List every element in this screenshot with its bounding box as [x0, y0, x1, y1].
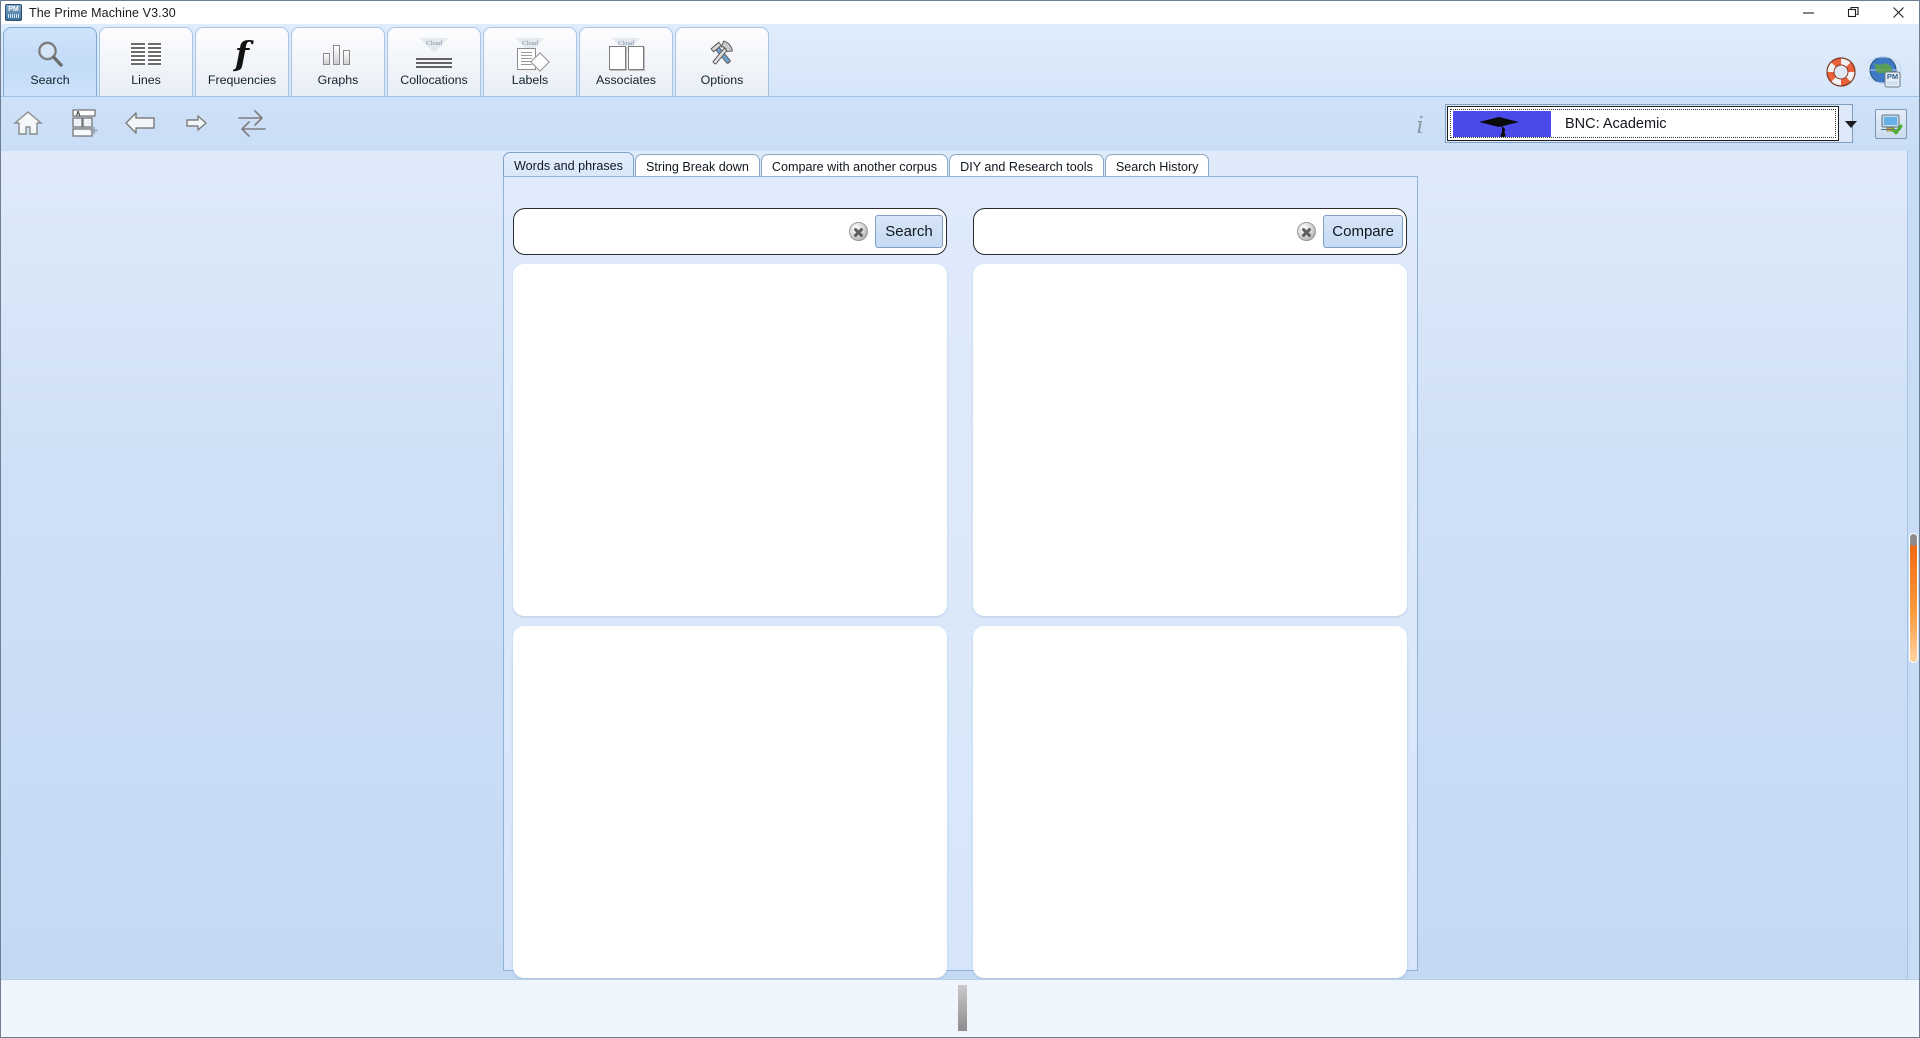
status-grip[interactable] — [958, 985, 967, 1031]
ribbon-tab-label: Associates — [596, 73, 656, 87]
restore-icon[interactable] — [1831, 1, 1876, 24]
result-panel-bottom-right[interactable] — [973, 626, 1407, 978]
compare-button[interactable]: Compare — [1323, 215, 1403, 248]
svg-text:PM: PM — [1887, 72, 1898, 81]
ribbon-tab-label: Graphs — [317, 73, 359, 87]
ribbon-tab-label: Frequencies — [207, 73, 277, 87]
ribbon-tab-label: Collocations — [400, 73, 468, 87]
ribbon-tab-lines[interactable]: Lines — [99, 27, 193, 97]
ribbon-tab-label: Labels — [511, 73, 549, 87]
result-panel-top-right[interactable] — [973, 264, 1407, 616]
compare-input[interactable] — [984, 215, 1314, 249]
application-window: The Prime Machine V3.30 — [0, 0, 1920, 1038]
search-pane-left: Search — [513, 208, 947, 978]
content-tab-list: Words and phrases String Break down Comp… — [503, 152, 1210, 179]
navigation-icon-group: A — [9, 100, 271, 146]
ribbon-tab-label: Options — [700, 73, 744, 87]
concordance-lines-icon — [122, 37, 170, 71]
swap-arrows-icon[interactable] — [233, 100, 271, 146]
ribbon-tab-graphs[interactable]: Graphs — [291, 27, 385, 97]
tab-words-and-phrases[interactable]: Words and phrases — [503, 152, 634, 179]
ribbon-tab-collocations[interactable]: Collocations — [387, 27, 481, 97]
search-input[interactable] — [524, 215, 854, 249]
corpus-selector-label: BNC: Academic — [1565, 115, 1667, 132]
result-panel-top-left[interactable] — [513, 264, 947, 616]
bar-chart-icon — [314, 37, 362, 71]
search-pane-right: Compare — [973, 208, 1407, 978]
pm-app-icon — [5, 4, 22, 21]
search-bar: Search — [513, 208, 947, 255]
ribbon-tab-label: Search — [30, 73, 70, 87]
forward-arrow-icon[interactable] — [177, 100, 215, 146]
ribbon-tab-frequencies[interactable]: f Frequencies — [195, 27, 289, 97]
compare-bar: Compare — [973, 208, 1407, 255]
title-bar: The Prime Machine V3.30 — [1, 1, 1919, 24]
search-panes: Search Compare — [513, 208, 1408, 978]
svg-text:A: A — [76, 112, 81, 118]
computer-check-icon[interactable] — [1875, 109, 1907, 139]
information-icon[interactable]: i — [1409, 109, 1431, 143]
result-panel-bottom-left[interactable] — [513, 626, 947, 978]
vertical-scrollbar[interactable] — [1907, 151, 1919, 979]
back-arrow-icon[interactable] — [121, 100, 159, 146]
chevron-down-icon[interactable] — [1839, 106, 1863, 141]
ribbon-tab-list: Search Lines f Frequencies Graphs Cloud … — [3, 27, 769, 97]
ribbon-tab-options[interactable]: Options — [675, 27, 769, 97]
italic-f-icon: f — [234, 34, 250, 73]
window-controls — [1786, 1, 1919, 24]
search-button[interactable]: Search — [875, 215, 943, 248]
home-icon[interactable] — [9, 100, 47, 146]
window-title: The Prime Machine V3.30 — [29, 5, 176, 20]
corpus-selector-focus[interactable]: BNC: Academic — [1450, 109, 1836, 138]
graduation-cap-icon — [1453, 110, 1551, 137]
minimize-icon[interactable] — [1786, 1, 1831, 24]
clear-circle-icon[interactable] — [849, 222, 868, 241]
document-tag-icon — [506, 37, 554, 72]
wrench-hammer-icon — [698, 37, 746, 71]
ribbon-tab-search[interactable]: Search — [3, 27, 97, 97]
ribbon-tab-labels[interactable]: Labels — [483, 27, 577, 97]
ribbon-bar: Search Lines f Frequencies Graphs Cloud … — [1, 24, 1919, 97]
life-ring-help-icon[interactable] — [1823, 54, 1859, 90]
magnifier-icon — [26, 37, 74, 71]
globe-pm-icon[interactable]: PM — [1867, 54, 1903, 90]
ribbon-tab-associates[interactable]: Associates — [579, 27, 673, 97]
close-icon[interactable] — [1876, 1, 1919, 24]
open-books-icon — [602, 37, 650, 71]
ribbon-tab-label: Lines — [131, 73, 161, 87]
cloud-funnel-lines-icon — [410, 37, 458, 71]
vertical-scrollbar-thumb[interactable] — [1909, 533, 1918, 663]
new-card-icon[interactable]: A — [65, 100, 103, 146]
help-icon-group: PM — [1823, 54, 1903, 90]
